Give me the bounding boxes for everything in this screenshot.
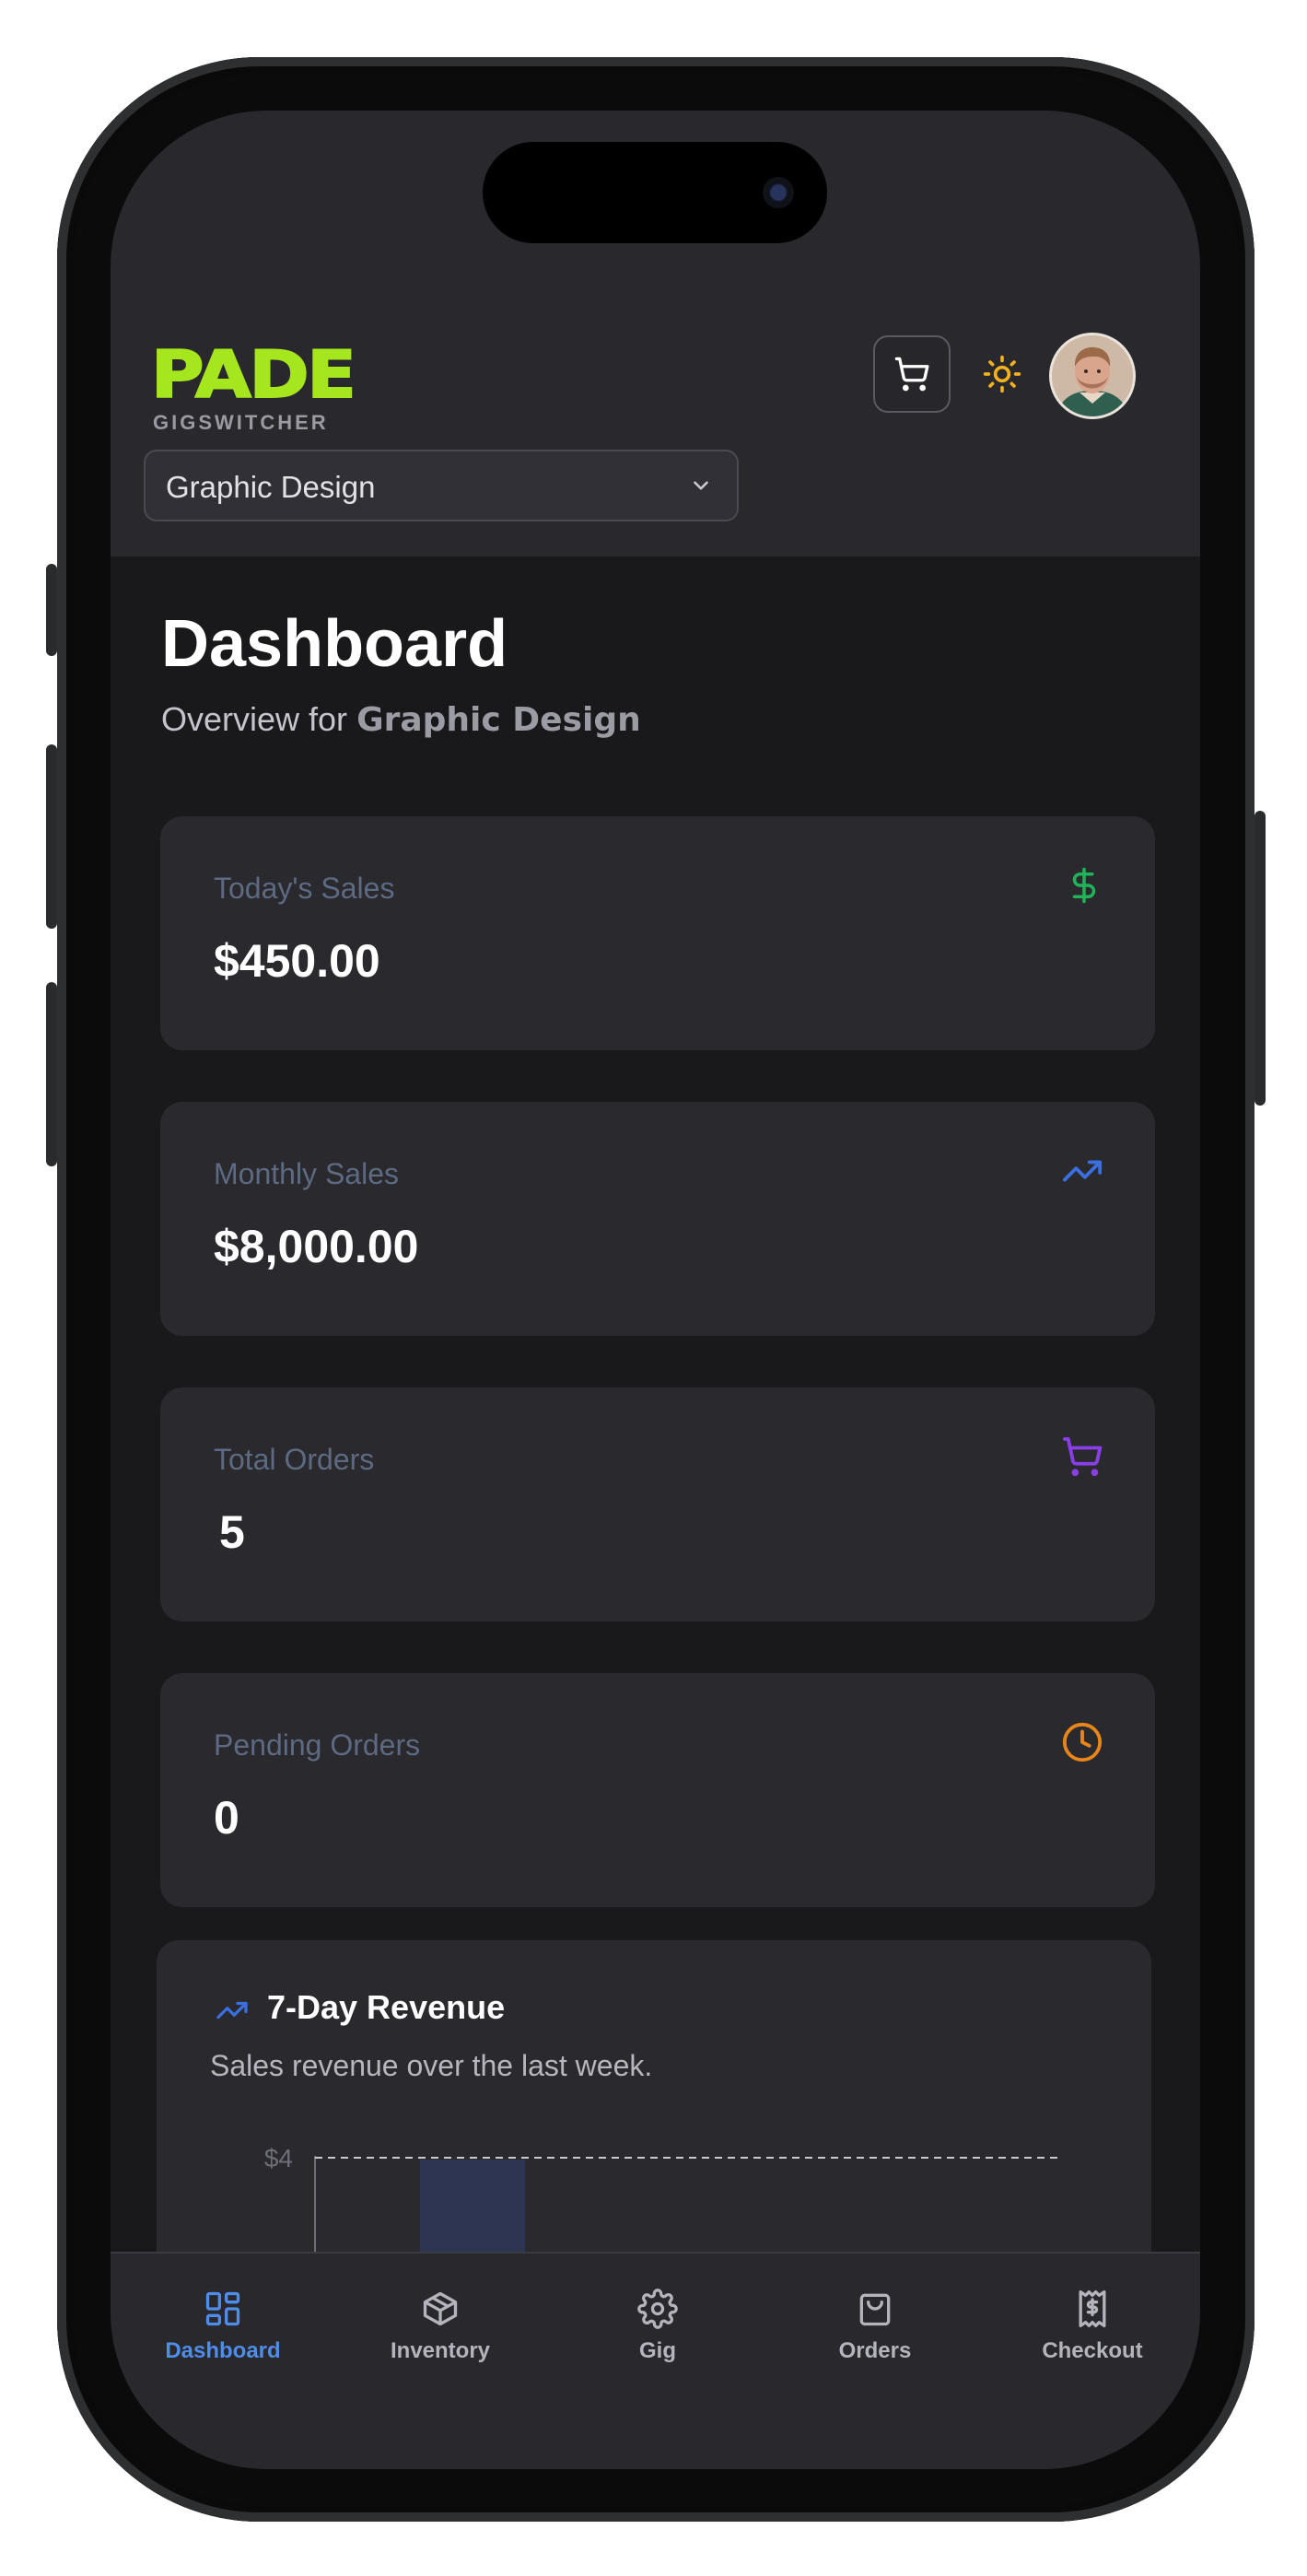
nav-item-inventory[interactable]: Inventory [348, 2289, 532, 2364]
cart-icon [1063, 1437, 1103, 1477]
page-subtitle-gig: Graphic Design [356, 701, 641, 739]
stat-card-todays-sales: Today's Sales $450.00 [160, 816, 1155, 1050]
stat-card-monthly-sales: Monthly Sales $8,000.00 [160, 1102, 1155, 1336]
power-button [1254, 811, 1266, 1106]
dollar-icon [1072, 867, 1096, 904]
chart-bar [420, 2160, 525, 2254]
cart-button[interactable] [873, 335, 951, 413]
volume-up-button [46, 744, 57, 929]
page-title: Dashboard [161, 607, 508, 681]
stat-label: Monthly Sales [214, 1157, 399, 1190]
receipt-icon [1079, 2290, 1106, 2327]
action-button [46, 564, 57, 656]
nav-label: Orders [838, 2338, 912, 2363]
page-subtitle-prefix: Overview for [161, 700, 348, 738]
nav-label: Checkout [1042, 2338, 1143, 2363]
box-icon [423, 2291, 458, 2326]
sun-icon[interactable] [982, 354, 1022, 394]
bag-icon [859, 2293, 891, 2326]
nav-label: Inventory [390, 2338, 491, 2363]
nav-label: Gig [639, 2338, 676, 2363]
revenue-title: 7-Day Revenue [267, 1988, 506, 2026]
stat-label: Pending Orders [214, 1728, 421, 1762]
stat-label: Total Orders [214, 1443, 375, 1476]
gig-select-value: Graphic Design [166, 470, 376, 504]
user-avatar[interactable] [1052, 335, 1133, 416]
gear-icon [637, 2289, 678, 2329]
page-subtitle: Overview for Graphic Design [161, 700, 641, 739]
brand-logo: PADE [150, 337, 357, 413]
stat-card-total-orders: Total Orders 5 [160, 1388, 1155, 1622]
gig-select[interactable]: Graphic Design [144, 450, 739, 521]
nav-item-gig[interactable]: Gig [566, 2289, 750, 2364]
clock-icon [1062, 1722, 1103, 1762]
nav-item-orders[interactable]: Orders [783, 2289, 967, 2364]
y-tick-label: $4 [264, 2144, 293, 2172]
bottom-nav: Dashboard Inventory Gig Orders Checkout [111, 2252, 1200, 2469]
grid-icon [205, 2291, 240, 2326]
revenue-subtitle: Sales revenue over the last week. [210, 2049, 653, 2082]
app-screen: PADE GIGSWITCHER Graphic Design Dashboar… [111, 111, 1200, 2469]
dynamic-island [483, 142, 827, 243]
chevron-down-icon [694, 481, 708, 490]
brand-tagline: GIGSWITCHER [153, 411, 329, 434]
nav-item-checkout[interactable]: Checkout [1000, 2289, 1184, 2364]
stat-label: Today's Sales [214, 872, 395, 905]
nav-item-dashboard[interactable]: Dashboard [131, 2289, 315, 2364]
nav-label: Dashboard [165, 2338, 281, 2363]
volume-down-button [46, 982, 57, 1166]
stat-value: 0 [214, 1792, 239, 1844]
trending-up-icon [216, 2001, 248, 2020]
trending-up-icon [1062, 1160, 1103, 1182]
stat-value: $8,000.00 [214, 1221, 419, 1272]
cart-icon [894, 357, 929, 392]
stat-card-pending-orders: Pending Orders 0 [160, 1673, 1155, 1907]
camera-icon [763, 177, 794, 208]
stat-value: 5 [219, 1506, 245, 1558]
revenue-chart: $4 [264, 2144, 1059, 2254]
stat-value: $450.00 [214, 935, 380, 987]
